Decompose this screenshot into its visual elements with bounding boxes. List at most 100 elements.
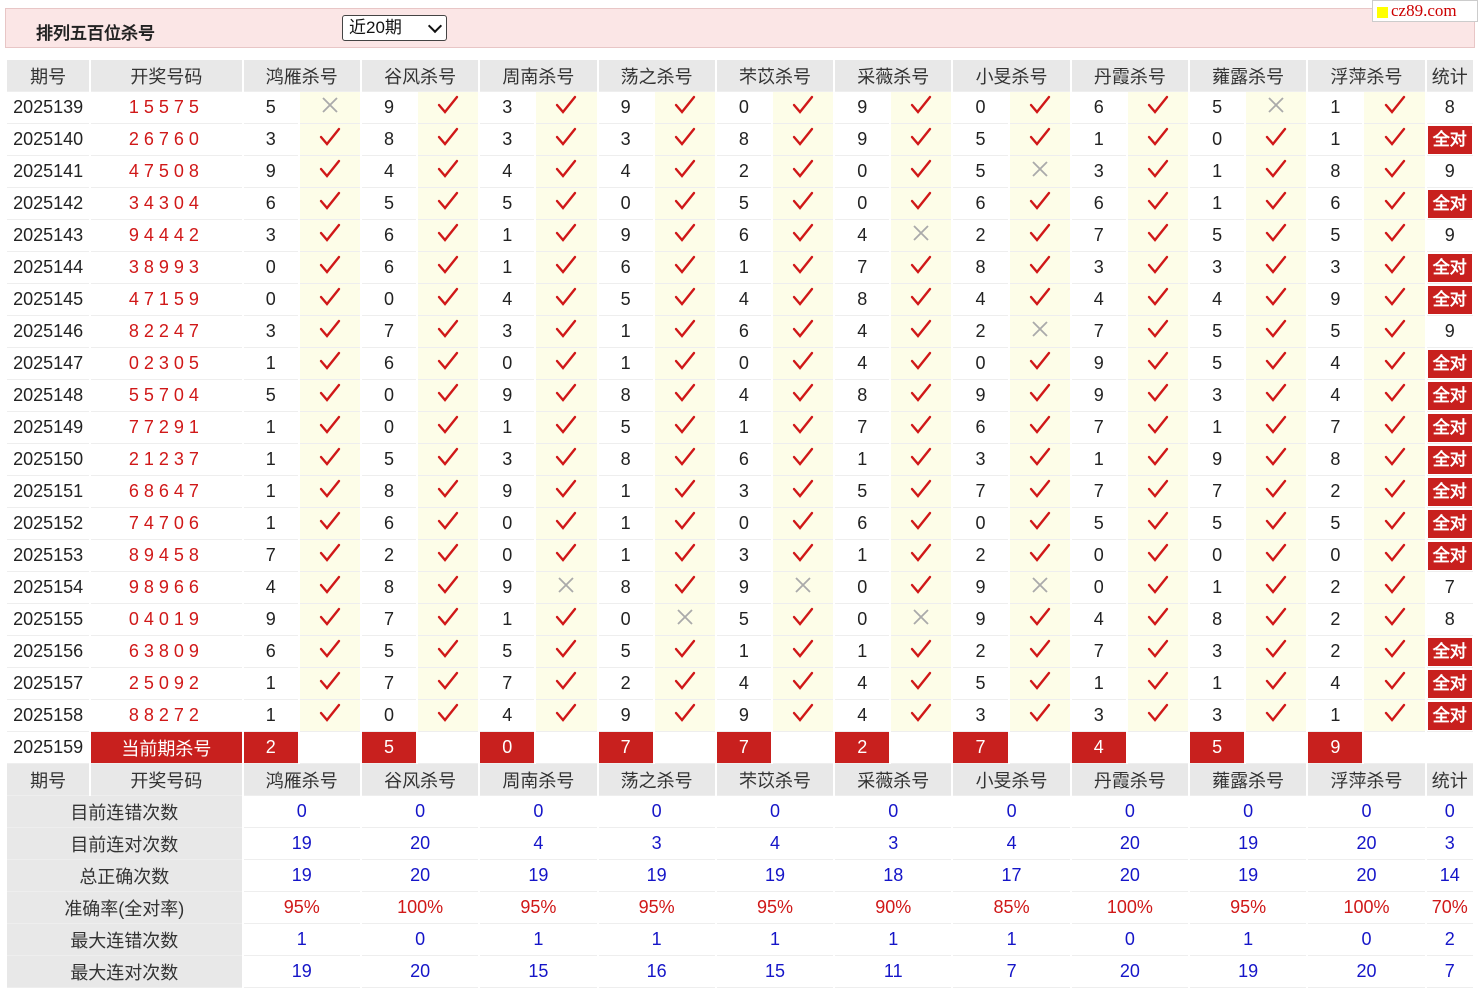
check-icon: [556, 255, 577, 274]
check-icon: [319, 639, 341, 658]
check-icon: [1147, 287, 1169, 306]
period-select[interactable]: 近20期: [342, 15, 447, 41]
check-icon: [911, 671, 932, 690]
summary-row: 目前连对次数 19 20 4 3 4 3 4 20 19 20 3: [7, 828, 1473, 860]
kill-number: 1: [598, 540, 653, 572]
check-icon: [792, 703, 814, 722]
hit-status: [1127, 252, 1189, 284]
hit-status: [1246, 252, 1307, 284]
hit-status: [772, 508, 834, 540]
hit-status: [654, 92, 715, 124]
stat-cell: 8: [1426, 92, 1473, 124]
hit-status: [654, 316, 715, 348]
hit-status: [772, 380, 834, 412]
all-correct-badge: 全对: [1427, 509, 1472, 538]
hit-status: [772, 476, 834, 508]
hit-status: [772, 252, 834, 284]
check-icon: [792, 607, 814, 626]
all-correct-badge: 全对: [1427, 541, 1472, 570]
hit-status: [1009, 124, 1070, 156]
kill-number: 1: [835, 540, 890, 572]
hit-status: [1127, 604, 1189, 636]
draw-number: 77291: [91, 412, 242, 444]
summary-value: 0: [1308, 796, 1425, 828]
kill-number: 6: [243, 188, 298, 220]
summary-value: 19: [598, 860, 715, 892]
cross-icon: [1032, 161, 1048, 177]
hit-status: [418, 220, 479, 252]
summary-value: 100%: [1071, 892, 1189, 924]
current-kill-number: 2: [243, 732, 298, 764]
check-icon: [1147, 159, 1169, 178]
check-icon: [437, 479, 459, 498]
kill-number: 9: [835, 124, 890, 156]
summary-label: 目前连对次数: [7, 828, 242, 860]
header-expert: 鸿雁杀号: [243, 60, 360, 92]
check-icon: [674, 639, 695, 658]
hit-status: [1246, 156, 1307, 188]
kill-number: 7: [480, 668, 535, 700]
hit-status: [1246, 124, 1307, 156]
header-expert: 谷风杀号: [361, 60, 479, 92]
summary-value: 20: [1071, 956, 1189, 988]
check-icon: [437, 607, 459, 626]
summary-value: 1: [243, 924, 360, 956]
check-icon: [674, 383, 695, 402]
current-kill-number: 5: [361, 732, 417, 764]
check-icon: [792, 479, 814, 498]
kill-number: 3: [1071, 156, 1126, 188]
check-icon: [1029, 95, 1050, 114]
kill-number: 4: [1308, 668, 1363, 700]
check-icon: [1384, 415, 1405, 434]
hit-status: [418, 604, 479, 636]
hit-status: [772, 700, 834, 732]
check-icon: [792, 543, 814, 562]
kill-number: 1: [480, 220, 535, 252]
kill-number: 0: [835, 156, 890, 188]
summary-row: 准确率(全对率) 95% 100% 95% 95% 95% 90% 85% 100% 95% 100…: [7, 892, 1473, 924]
hit-status: [772, 220, 834, 252]
summary-value: 0: [835, 796, 952, 828]
check-icon: [556, 95, 577, 114]
check-icon: [1266, 671, 1287, 690]
hit-status: [1009, 444, 1070, 476]
hit-status: [536, 572, 597, 604]
hit-status: [1009, 252, 1070, 284]
check-icon: [1029, 255, 1050, 274]
all-correct-badge: 全对: [1427, 477, 1472, 506]
summary-row: 最大连对次数 19 20 15 16 15 11 7 20 19 20 7: [7, 956, 1473, 988]
kill-number: 6: [716, 316, 771, 348]
summary-value: 95%: [480, 892, 597, 924]
table-row: 2025148 55704 5 0 9 8 4 8 9 9 3 4 全对: [7, 380, 1473, 412]
hit-status: [1364, 284, 1425, 316]
check-icon: [911, 447, 932, 466]
kill-number: 3: [716, 476, 771, 508]
check-icon: [556, 159, 577, 178]
summary-value: 19: [480, 860, 597, 892]
header-expert: 芣苡杀号: [716, 764, 834, 796]
hit-status: [772, 156, 834, 188]
check-icon: [1266, 415, 1287, 434]
header-expert: 周南杀号: [480, 764, 597, 796]
check-icon: [319, 351, 341, 370]
kill-number: 2: [953, 316, 1008, 348]
kill-number: 6: [598, 252, 653, 284]
current-stat: [1426, 732, 1473, 764]
kill-number: 1: [480, 412, 535, 444]
check-icon: [1384, 159, 1405, 178]
kill-number: 9: [598, 220, 653, 252]
hit-status: [536, 700, 597, 732]
kill-number: 7: [1190, 476, 1245, 508]
kill-number: 1: [243, 700, 298, 732]
hit-status: [772, 412, 834, 444]
hit-status: [1127, 540, 1189, 572]
kill-number: 9: [1190, 444, 1245, 476]
kill-number: 0: [480, 508, 535, 540]
site-badge[interactable]: cz89.com: [1372, 0, 1478, 22]
kill-number: 0: [835, 572, 890, 604]
header-issue: 期号: [7, 60, 90, 92]
hit-status: [1127, 92, 1189, 124]
check-icon: [437, 543, 459, 562]
summary-stat: 7: [1426, 956, 1473, 988]
kill-number: 1: [1308, 700, 1363, 732]
